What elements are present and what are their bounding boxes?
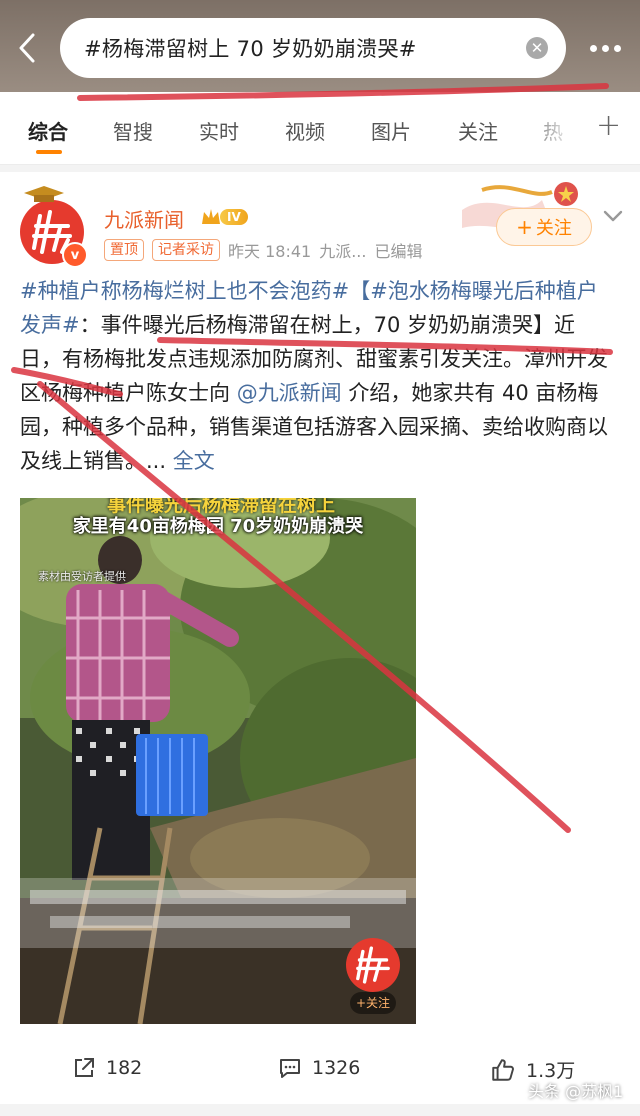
tab-realtime[interactable]: 实时 bbox=[199, 116, 239, 145]
chevron-down-icon[interactable] bbox=[600, 206, 626, 226]
thumbs-up-icon bbox=[492, 1058, 514, 1081]
hashtag-link[interactable]: #种植户称杨梅烂树上也不会泡药# bbox=[20, 279, 349, 303]
watermark: 头条 @苏枫1 bbox=[528, 1082, 624, 1101]
avatar[interactable]: v bbox=[20, 186, 88, 268]
pinned-tag: 置顶 bbox=[104, 239, 144, 261]
follow-label: 关注 bbox=[535, 218, 572, 239]
graduation-cap-icon bbox=[24, 186, 64, 202]
add-tab-button[interactable]: + bbox=[596, 108, 621, 143]
mention-link[interactable]: @九派新闻 bbox=[237, 381, 342, 405]
video-follow-button[interactable]: +关注 bbox=[350, 992, 397, 1014]
author-name[interactable]: 九派新闻 bbox=[104, 204, 184, 233]
verified-icon: v bbox=[62, 242, 88, 268]
share-icon bbox=[75, 1058, 94, 1077]
comment-button[interactable]: 1326 bbox=[278, 1056, 360, 1080]
clear-icon[interactable]: ✕ bbox=[526, 37, 548, 59]
tab-fade bbox=[520, 92, 590, 164]
top-bar: #杨梅滞留树上 70 岁奶奶崩溃哭# ✕ bbox=[0, 0, 640, 92]
post-body: #种植户称杨梅烂树上也不会泡药#【#泡水杨梅曝光后种植户发声#：事件曝光后杨梅滞… bbox=[20, 274, 616, 478]
search-query-text: #杨梅滞留树上 70 岁奶奶崩溃哭# bbox=[84, 37, 417, 61]
video-source-note: 素材由受访者提供 bbox=[38, 570, 126, 583]
post-meta: 置顶 记者采访 昨天 18:41 九派... 已编辑 bbox=[104, 238, 422, 262]
reporter-tag: 记者采访 bbox=[152, 239, 220, 261]
level-text: IV bbox=[220, 209, 248, 225]
crown-icon bbox=[202, 209, 220, 224]
tab-images[interactable]: 图片 bbox=[371, 116, 411, 145]
video-caption: 家里有40亩杨梅园 70岁奶奶崩溃哭 bbox=[72, 516, 364, 537]
follow-plus: + bbox=[516, 215, 533, 239]
post-source: 九派... bbox=[319, 242, 367, 261]
active-tab-indicator bbox=[36, 150, 62, 154]
search-input[interactable]: #杨梅滞留树上 70 岁奶奶崩溃哭# ✕ bbox=[60, 18, 566, 78]
comment-count: 1326 bbox=[312, 1057, 361, 1079]
edited-label: 已编辑 bbox=[374, 242, 423, 261]
tab-smart-search[interactable]: 智搜 bbox=[113, 116, 153, 145]
post-timestamp: 昨天 18:41 bbox=[228, 242, 312, 261]
tab-comprehensive[interactable]: 综合 bbox=[28, 116, 68, 145]
tab-following[interactable]: 关注 bbox=[458, 116, 498, 145]
post-card: v 九派新闻 IV 置顶 记者采访 昨天 18:41 九派... 已编辑 + 关… bbox=[0, 172, 640, 1104]
search-tabs: 综合 智搜 实时 视频 图片 关注 热 + bbox=[0, 92, 640, 165]
video-logo-icon bbox=[346, 938, 400, 992]
video-thumbnail[interactable]: 事件曝光后杨梅滞留在树上 家里有40亩杨梅园 70岁奶奶崩溃哭 素材由受访者提供… bbox=[20, 498, 416, 1024]
comment-icon bbox=[280, 1059, 300, 1078]
level-badge: IV bbox=[200, 206, 248, 228]
back-button[interactable] bbox=[10, 28, 44, 68]
more-icon[interactable] bbox=[582, 26, 628, 70]
tab-video[interactable]: 视频 bbox=[285, 116, 325, 145]
share-button[interactable]: 182 bbox=[72, 1056, 142, 1080]
back-arrow-icon bbox=[19, 33, 35, 63]
follow-button[interactable]: + 关注 bbox=[496, 208, 592, 246]
read-more-link[interactable]: 全文 bbox=[173, 449, 215, 473]
share-count: 182 bbox=[106, 1057, 143, 1079]
